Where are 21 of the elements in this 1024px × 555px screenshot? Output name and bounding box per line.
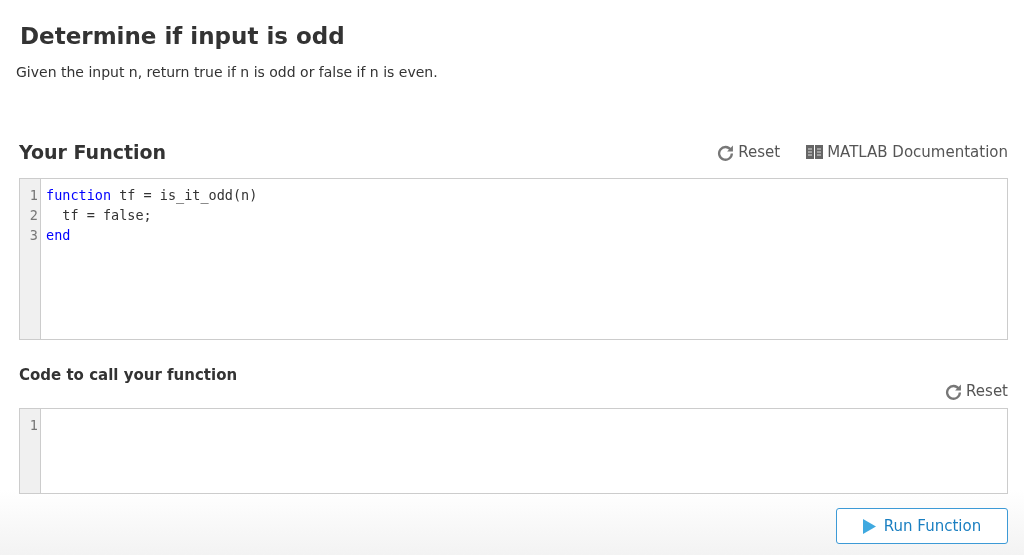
code-editor[interactable]: 1 <box>19 408 1008 494</box>
book-icon <box>806 145 824 159</box>
section-heading: Code to call your function <box>19 366 238 384</box>
refresh-icon <box>717 143 735 161</box>
line-number: 1 <box>29 187 38 203</box>
section-heading: Your Function <box>19 141 167 163</box>
code-line: end <box>46 227 71 243</box>
reset-button[interactable]: Reset <box>717 143 781 161</box>
line-number: 2 <box>29 207 38 223</box>
code-editor[interactable]: 1 2 3 function tf = is_it_odd(n) tf = false; end <box>19 178 1008 340</box>
reset-button[interactable]: Reset <box>945 382 1008 400</box>
code-line: tf = false; <box>61 207 152 223</box>
documentation-link[interactable]: MATLAB Documentation <box>806 143 1008 161</box>
play-icon <box>862 518 876 534</box>
refresh-icon <box>945 382 963 400</box>
run-function-button[interactable]: Run Function <box>836 508 1008 544</box>
code-line: function tf = is_it_odd(n) <box>46 187 258 203</box>
problem-description: Given the input n, return true if n is odd or false if n is even. <box>16 64 438 80</box>
line-number: 1 <box>29 417 38 433</box>
page-title: Determine if input is odd <box>19 22 346 51</box>
line-number: 3 <box>29 227 38 243</box>
